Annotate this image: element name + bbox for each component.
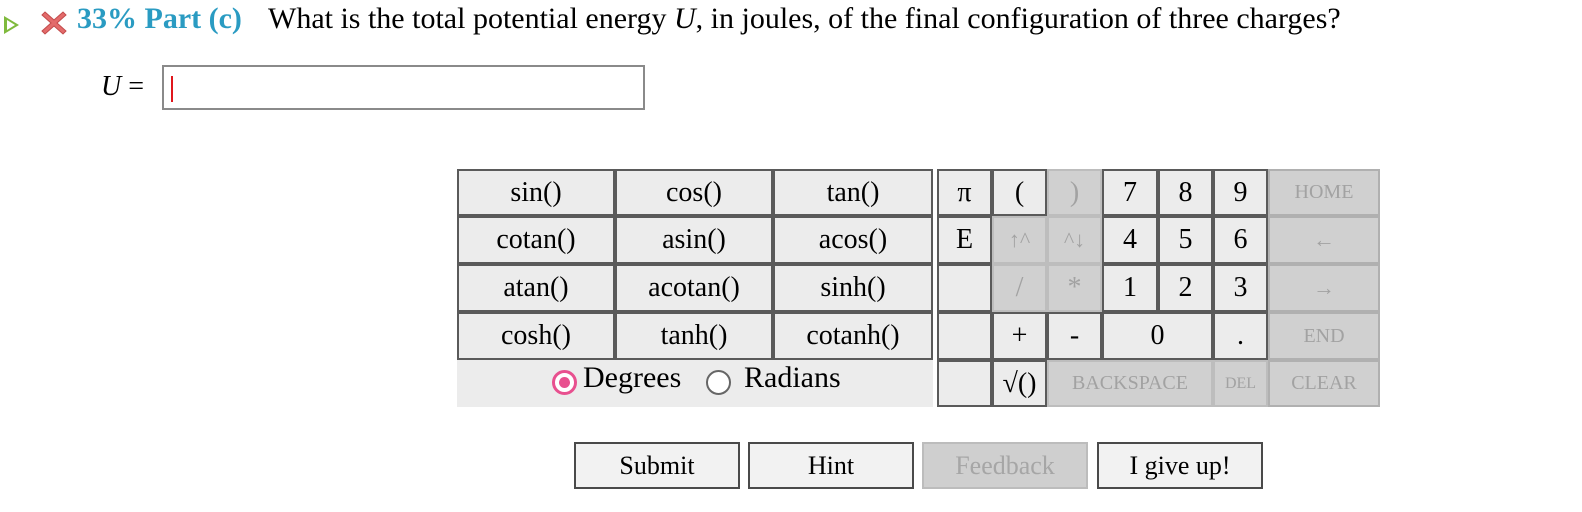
- key-3[interactable]: 3: [1213, 264, 1268, 312]
- degrees-label: Degrees: [583, 361, 682, 394]
- key-decimal[interactable]: .: [1213, 312, 1268, 360]
- key-8[interactable]: 8: [1158, 169, 1213, 216]
- key-cos[interactable]: cos(): [615, 169, 773, 216]
- incorrect-x-icon: [41, 11, 67, 35]
- key-acotan[interactable]: acotan(): [615, 264, 773, 312]
- give-up-button[interactable]: I give up!: [1097, 442, 1263, 489]
- answer-label: U =: [101, 71, 144, 103]
- feedback-button[interactable]: Feedback: [922, 442, 1088, 489]
- key-pi[interactable]: π: [937, 169, 992, 216]
- degrees-radio[interactable]: [552, 370, 577, 395]
- key-0[interactable]: 0: [1102, 312, 1213, 360]
- key-e[interactable]: E: [937, 216, 992, 264]
- key-blank-1: [937, 264, 992, 312]
- key-home[interactable]: HOME: [1268, 169, 1380, 216]
- key-5[interactable]: 5: [1158, 216, 1213, 264]
- key-6[interactable]: 6: [1213, 216, 1268, 264]
- key-open-paren[interactable]: (: [992, 169, 1047, 216]
- key-cotan[interactable]: cotan(): [457, 216, 615, 264]
- key-end[interactable]: END: [1268, 312, 1380, 360]
- key-cosh[interactable]: cosh(): [457, 312, 615, 360]
- key-tan[interactable]: tan(): [773, 169, 933, 216]
- key-sqrt[interactable]: √(): [992, 360, 1047, 407]
- key-right-arrow[interactable]: →: [1268, 264, 1380, 312]
- key-up-caret[interactable]: ↑^: [992, 216, 1047, 264]
- key-asin[interactable]: asin(): [615, 216, 773, 264]
- key-backspace[interactable]: BACKSPACE: [1047, 360, 1213, 407]
- key-9[interactable]: 9: [1213, 169, 1268, 216]
- play-icon[interactable]: [4, 16, 19, 34]
- hint-button[interactable]: Hint: [748, 442, 914, 489]
- submit-button[interactable]: Submit: [574, 442, 740, 489]
- part-label: 33% Part (c): [77, 2, 242, 35]
- key-2[interactable]: 2: [1158, 264, 1213, 312]
- angle-mode-bar: [457, 360, 933, 407]
- key-sin[interactable]: sin(): [457, 169, 615, 216]
- key-1[interactable]: 1: [1102, 264, 1158, 312]
- question-text: What is the total potential energy U, in…: [268, 2, 1341, 35]
- key-blank-2: [937, 312, 992, 360]
- key-left-arrow[interactable]: ←: [1268, 216, 1380, 264]
- answer-input[interactable]: [162, 65, 645, 110]
- key-acos[interactable]: acos(): [773, 216, 933, 264]
- key-cotanh[interactable]: cotanh(): [773, 312, 933, 360]
- key-plus[interactable]: +: [992, 312, 1047, 360]
- key-tanh[interactable]: tanh(): [615, 312, 773, 360]
- key-minus[interactable]: -: [1047, 312, 1102, 360]
- radians-label: Radians: [744, 361, 841, 394]
- key-4[interactable]: 4: [1102, 216, 1158, 264]
- key-del[interactable]: DEL: [1213, 360, 1268, 407]
- key-7[interactable]: 7: [1102, 169, 1158, 216]
- key-sinh[interactable]: sinh(): [773, 264, 933, 312]
- answer-equals: =: [128, 71, 145, 102]
- answer-variable: U: [101, 71, 122, 102]
- key-multiply[interactable]: *: [1047, 264, 1102, 312]
- key-blank-3: [937, 360, 992, 407]
- radians-radio[interactable]: [706, 370, 731, 395]
- key-divide[interactable]: /: [992, 264, 1047, 312]
- key-atan[interactable]: atan(): [457, 264, 615, 312]
- key-down-caret[interactable]: ^↓: [1047, 216, 1102, 264]
- text-caret: [171, 76, 173, 102]
- key-clear[interactable]: CLEAR: [1268, 360, 1380, 407]
- key-close-paren[interactable]: ): [1047, 169, 1102, 216]
